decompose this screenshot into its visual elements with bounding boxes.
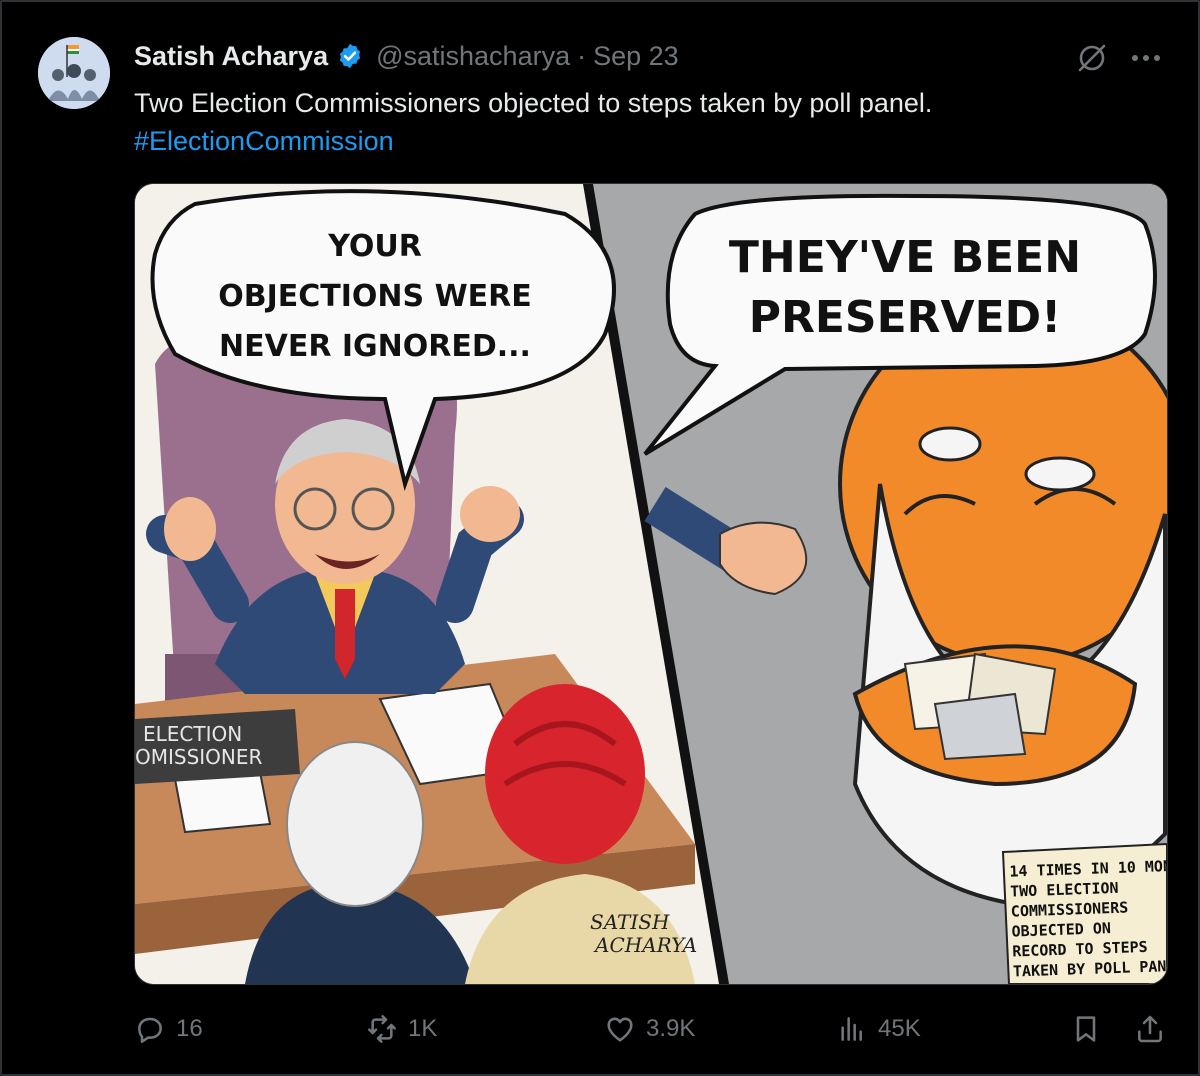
nameplate-line-2: OMISSIONER [135, 745, 263, 769]
like-button[interactable]: 3.9K [604, 1006, 695, 1052]
repost-count: 1K [408, 1015, 438, 1042]
author-name[interactable]: Satish Acharya [134, 41, 328, 72]
author-handle[interactable]: @satishacharya [376, 41, 570, 72]
cartoon-image: ELECTION OMISSIONER SATISH ACHARYA 14 TI… [135, 184, 1167, 984]
like-count: 3.9K [646, 1015, 696, 1042]
tweet-text: Two Election Commissioners objected to s… [134, 84, 1114, 160]
reply-count: 16 [176, 1015, 203, 1042]
avatar[interactable] [38, 37, 110, 109]
left-bubble-line-1: YOUR [327, 229, 422, 264]
tweet-header: Satish Acharya @satishacharya · Sep 23 [134, 38, 679, 74]
note-line-2: TWO ELECTION [1010, 879, 1119, 901]
tweet-actions: 16 1K 3.9K 45K [134, 1006, 1166, 1052]
right-bubble-line-1: THEY'VE BEEN [729, 232, 1081, 283]
like-icon [607, 1017, 633, 1042]
verified-badge-icon [336, 42, 364, 70]
separator: · [577, 40, 587, 71]
repost-icon [368, 1015, 396, 1043]
views-button[interactable]: 45K [836, 1006, 921, 1052]
avatar-image [38, 37, 110, 109]
note-line-4: OBJECTED ON [1011, 919, 1111, 940]
views-icon [841, 1017, 862, 1041]
left-bubble-line-3: NEVER IGNORED... [219, 329, 531, 364]
more-icon[interactable] [1128, 40, 1164, 76]
share-icon [1138, 1015, 1162, 1043]
bookmark-icon [1076, 1016, 1096, 1042]
reply-icon [138, 1017, 162, 1043]
signature-line-1: SATISH [590, 910, 670, 934]
share-button[interactable] [1134, 1006, 1166, 1052]
signature-line-2: ACHARYA [593, 933, 697, 957]
bookmark-button[interactable] [1070, 1006, 1102, 1052]
grok-icon[interactable] [1074, 40, 1110, 76]
tweet-date[interactable]: Sep 23 [593, 41, 679, 72]
views-count: 45K [878, 1015, 921, 1042]
hashtag-link[interactable]: #ElectionCommission [134, 122, 1114, 160]
nameplate-line-1: ELECTION [143, 722, 242, 746]
right-bubble-line-2: PRESERVED! [749, 292, 1062, 343]
left-bubble-line-2: OBJECTIONS WERE [218, 279, 532, 314]
tweet-body: Two Election Commissioners objected to s… [134, 88, 933, 118]
repost-button[interactable]: 1K [366, 1006, 437, 1052]
tweet-media[interactable]: ELECTION OMISSIONER SATISH ACHARYA 14 TI… [134, 183, 1168, 985]
reply-button[interactable]: 16 [134, 1006, 203, 1052]
